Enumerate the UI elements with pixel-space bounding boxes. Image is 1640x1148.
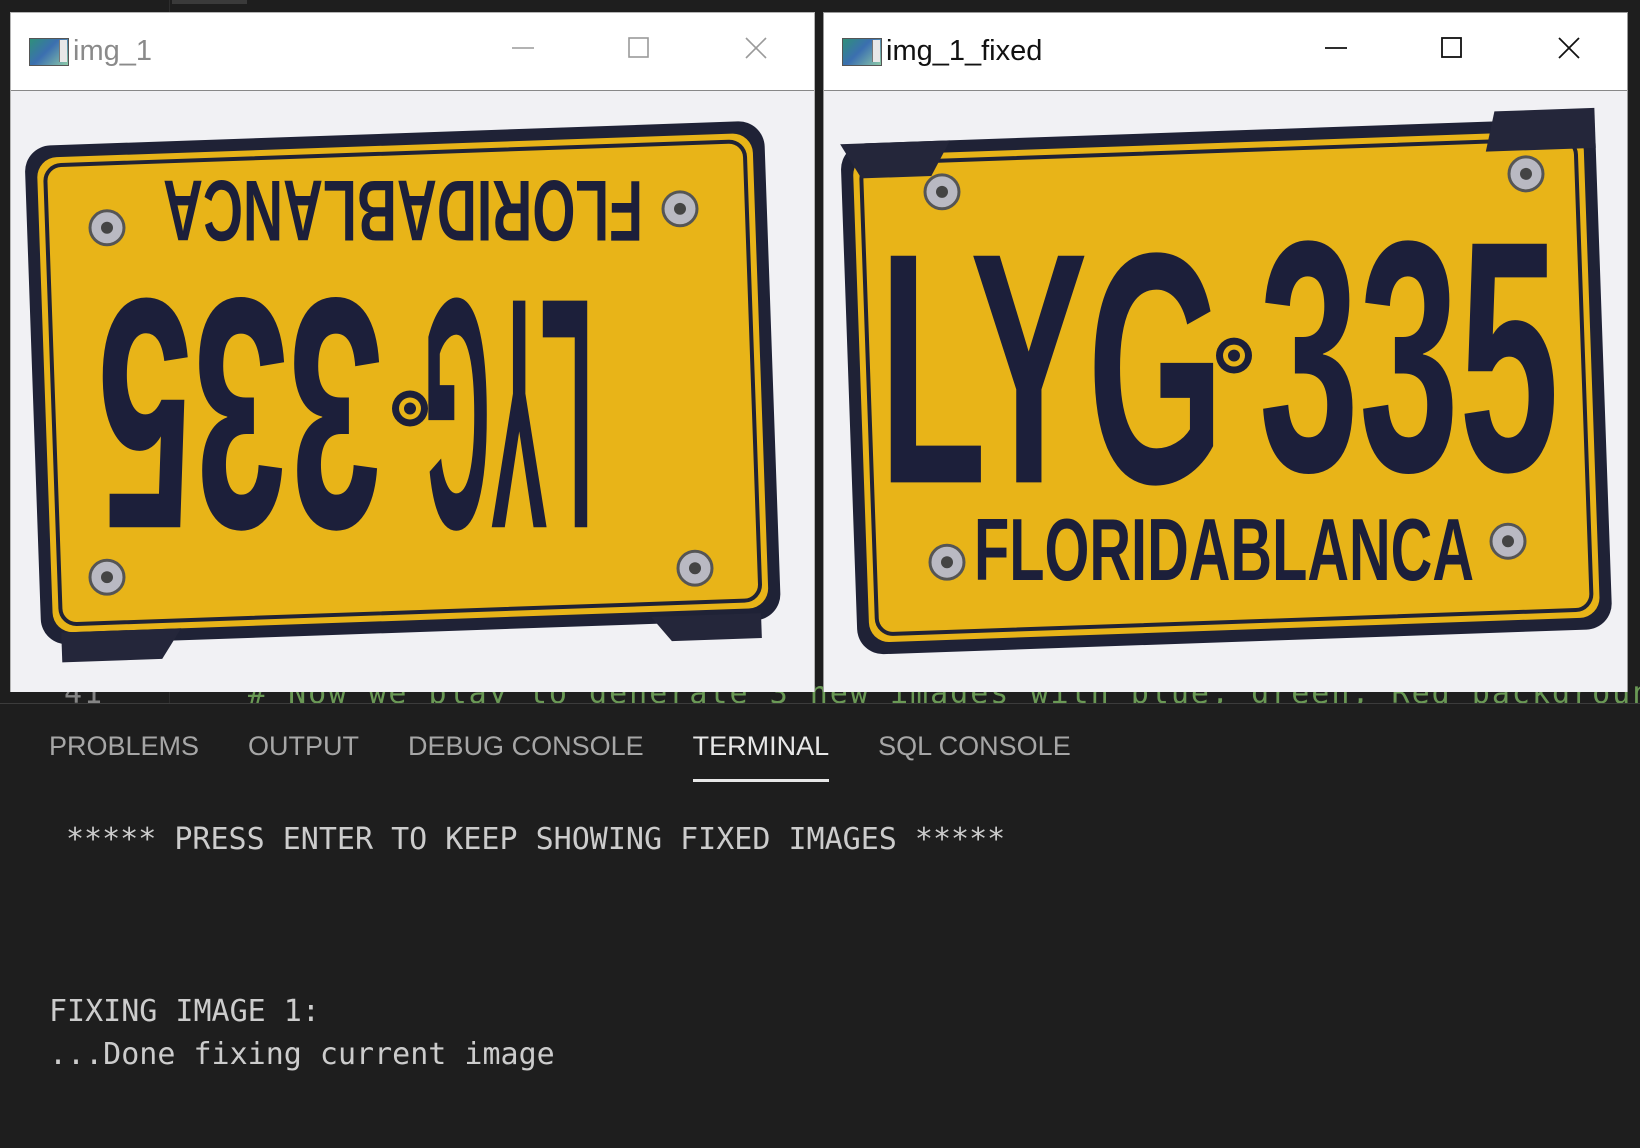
- terminal-output[interactable]: ***** PRESS ENTER TO KEEP SHOWING FIXED …: [0, 784, 1640, 1148]
- image-app-icon: [29, 37, 69, 66]
- maximize-button[interactable]: [581, 13, 697, 83]
- image-app-icon: [842, 37, 882, 66]
- plate-letters: LYG: [879, 185, 1224, 553]
- close-button[interactable]: [1511, 13, 1627, 83]
- terminal-line: ...Done fixing current image: [49, 1037, 555, 1072]
- terminal-line: FIXING IMAGE 1:: [49, 994, 320, 1029]
- plate-digits: 335: [1259, 173, 1559, 541]
- close-icon: [745, 37, 767, 59]
- plate-digits: 335: [98, 231, 383, 599]
- window-titlebar[interactable]: img_1_fixed: [824, 13, 1627, 90]
- minimize-button[interactable]: [465, 13, 581, 83]
- minimize-icon: [512, 47, 534, 49]
- license-plate-image-fixed: LYG 335 FLORIDABLANCA: [824, 90, 1627, 692]
- close-icon: [1558, 37, 1580, 59]
- close-button[interactable]: [698, 13, 814, 83]
- maximize-button[interactable]: [1394, 13, 1510, 83]
- window-title: img_1: [73, 35, 152, 67]
- tab-scroll-indicator: [172, 0, 247, 4]
- tab-terminal[interactable]: TERMINAL: [692, 704, 829, 784]
- maximize-icon: [628, 37, 649, 58]
- tab-sql-console[interactable]: SQL CONSOLE: [878, 704, 1071, 784]
- plate-city: FLORIDABLANCA: [974, 500, 1474, 599]
- plate-letters: LYG: [423, 231, 593, 599]
- panel-tabs: PROBLEMS OUTPUT DEBUG CONSOLE TERMINAL S…: [0, 704, 1071, 784]
- plate-graphic: LYG 335 FLORIDABLANCA: [824, 91, 1627, 692]
- bottom-panel: PROBLEMS OUTPUT DEBUG CONSOLE TERMINAL S…: [0, 703, 1640, 1148]
- tab-debug-console[interactable]: DEBUG CONSOLE: [408, 704, 644, 784]
- minimize-icon: [1325, 47, 1347, 49]
- terminal-line: ***** PRESS ENTER TO KEEP SHOWING FIXED …: [66, 822, 1006, 857]
- plate-graphic: LYG 335 FLORIDABLANCA: [11, 91, 814, 692]
- image-window-original[interactable]: img_1 LYG 335 FLORIDABLANCA: [10, 12, 815, 692]
- image-window-fixed[interactable]: img_1_fixed LYG 335 FLORIDABLANCA: [823, 12, 1628, 692]
- maximize-icon: [1441, 37, 1462, 58]
- plate-city: FLORIDABLANCA: [163, 162, 643, 258]
- window-title: img_1_fixed: [886, 35, 1043, 67]
- license-plate-image-original: LYG 335 FLORIDABLANCA: [11, 90, 814, 692]
- window-titlebar[interactable]: img_1: [11, 13, 814, 90]
- minimize-button[interactable]: [1278, 13, 1394, 83]
- tab-problems[interactable]: PROBLEMS: [49, 704, 199, 784]
- tab-output[interactable]: OUTPUT: [248, 704, 359, 784]
